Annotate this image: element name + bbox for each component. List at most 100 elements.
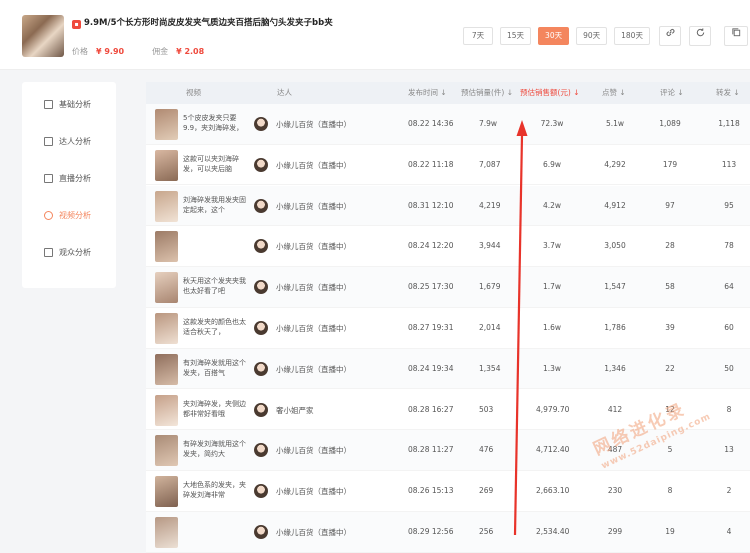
sidebar-item-basic[interactable]: 基础分析 [22, 86, 116, 123]
range-7d-button[interactable]: 7天 [463, 27, 493, 45]
creator-name[interactable]: 小缘儿百货（直播中） [276, 160, 351, 171]
video-title[interactable] [183, 235, 246, 256]
avatar[interactable] [254, 321, 268, 335]
shares-count: 113 [721, 159, 737, 169]
creator-name[interactable]: 小缘儿百货（直播中） [276, 282, 351, 293]
video-title[interactable]: 有碎发刘海就用这个发夹，简约大 [183, 439, 246, 460]
creator-name[interactable]: 小缘儿百货（直播中） [276, 201, 351, 212]
sidebar-item-audience[interactable]: 观众分析 [22, 234, 116, 271]
avatar[interactable] [254, 157, 268, 172]
creator-name[interactable]: 小缘儿百货（直播中） [276, 486, 351, 497]
sales-count: 4,219 [479, 200, 501, 210]
table-row[interactable]: 秋天用这个发夹夹我也太好看了吧 小缘儿百货（直播中） 08.25 17:30 1,67… [146, 267, 750, 308]
range-90d-button[interactable]: 90天 [576, 27, 608, 45]
video-thumbnail[interactable] [155, 190, 178, 222]
col-shares[interactable]: 转发 ↓ [716, 82, 740, 104]
table-row[interactable]: 有碎发刘海就用这个发夹，简约大 小缘儿百货（直播中） 08.28 11:27 476 4… [146, 430, 750, 471]
sidebar-item-label: 视频分析 [59, 211, 91, 220]
likes-count: 1,346 [604, 363, 626, 373]
video-thumbnail[interactable] [155, 476, 178, 508]
creator-name[interactable]: 奢小姐严家 [276, 405, 314, 416]
chart-icon [44, 100, 53, 109]
creator-name[interactable]: 小缘儿百货（直播中） [276, 445, 351, 456]
range-180d-button[interactable]: 180天 [614, 27, 650, 45]
range-30d-button[interactable]: 30天 [538, 27, 570, 45]
price-value: ¥ 9.90 [96, 47, 125, 56]
table-row[interactable]: 5个皮皮发夹只要9.9，夹刘海碎发， 小缘儿百货（直播中） 08.22 14:36 7… [146, 104, 750, 145]
video-thumbnail[interactable] [155, 231, 178, 263]
video-title[interactable]: 夹刘海碎发，夹侧边都非常好看哦 [183, 399, 246, 420]
table-row[interactable]: 这款发夹的颜色也太适合秋天了， 小缘儿百货（直播中） 08.27 19:31 2,01… [146, 308, 750, 349]
video-title[interactable]: 大地色系的发夹，夹碎发刘海非常 [183, 480, 246, 501]
sidebar-item-video[interactable]: 视频分析 [22, 197, 116, 234]
product-image[interactable] [22, 15, 64, 57]
avatar[interactable] [254, 117, 268, 131]
sales-count: 256 [479, 527, 494, 536]
copy-icon[interactable] [724, 26, 748, 46]
avatar[interactable] [254, 361, 268, 376]
avatar[interactable] [254, 280, 268, 295]
video-title[interactable]: 有刘海碎发就用这个发夹，百搭气 [183, 358, 246, 379]
likes-count: 230 [607, 486, 623, 496]
table-row[interactable]: 有刘海碎发就用这个发夹，百搭气 小缘儿百货（直播中） 08.24 19:34 1,35… [146, 348, 750, 390]
table-row[interactable]: 小缘儿百货（直播中） 08.24 12:20 3,944 3.7w 3,050 28 78 [146, 226, 750, 267]
creator-name[interactable]: 小缘儿百货（直播中） [276, 364, 351, 375]
likes-count: 1,786 [604, 323, 626, 332]
video-thumbnail[interactable] [155, 435, 178, 467]
col-sales[interactable]: 预估销量(件) ↓ [461, 82, 513, 104]
shares-count: 60 [724, 323, 734, 332]
shares-count: 64 [724, 282, 734, 292]
avatar[interactable] [254, 525, 268, 539]
sidebar-item-creators[interactable]: 达人分析 [22, 123, 116, 160]
table-row[interactable]: 刘海碎发我用发夹固定起来，这个 小缘儿百货（直播中） 08.31 12:10 4,21… [146, 185, 750, 227]
range-15d-button[interactable]: 15天 [500, 27, 532, 45]
avatar[interactable] [254, 239, 268, 254]
col-amount[interactable]: 预估销售额(元) ↓ [520, 82, 580, 104]
comments-count: 1,089 [659, 119, 681, 128]
video-title[interactable]: 秋天用这个发夹夹我也太好看了吧 [183, 276, 246, 297]
likes-count: 412 [607, 404, 623, 414]
comments-count: 22 [665, 363, 675, 373]
table-row[interactable]: 小缘儿百货（直播中） 08.29 12:56 256 2,534.40 299 19 4 [146, 512, 750, 553]
publish-time: 08.25 17:30 [408, 282, 454, 292]
creator-name[interactable]: 小缘儿百货（直播中） [276, 527, 351, 538]
video-thumbnail[interactable] [155, 517, 178, 548]
creator-name[interactable]: 小缘儿百货（直播中） [276, 241, 351, 252]
col-time[interactable]: 发布时间 ↓ [408, 82, 447, 104]
video-thumbnail[interactable] [155, 272, 178, 304]
table-row[interactable]: 夹刘海碎发，夹侧边都非常好看哦 奢小姐严家 08.28 16:27 503 4,979.… [146, 390, 750, 431]
video-thumbnail[interactable] [155, 353, 178, 385]
sidebar-item-live[interactable]: 直播分析 [22, 160, 116, 197]
video-thumbnail[interactable] [155, 394, 178, 426]
sales-count: 1,354 [479, 363, 501, 373]
sales-amount: 1.7w [542, 282, 562, 292]
product-title-text: 9.9M/5个长方形时尚皮皮发夹气质边夹百搭后脑勺头发夹子bb夹 [84, 18, 333, 28]
product-title[interactable]: ▪ 9.9M/5个长方形时尚皮皮发夹气质边夹百搭后脑勺头发夹子bb夹 [72, 16, 333, 29]
sales-amount: 4.2w [542, 200, 562, 210]
sidebar-item-label: 达人分析 [59, 137, 91, 146]
col-comments[interactable]: 评论 ↓ [660, 82, 684, 104]
video-title[interactable]: 刘海碎发我用发夹固定起来，这个 [183, 195, 246, 216]
creator-name[interactable]: 小缘儿百货（直播中） [276, 119, 351, 130]
sales-amount: 3.7w [542, 241, 562, 251]
video-title[interactable]: 这款可以夹刘海碎发，可以夹后脑 [183, 154, 246, 175]
creator-name[interactable]: 小缘儿百货（直播中） [276, 323, 351, 334]
col-likes[interactable]: 点赞 ↓ [602, 82, 626, 104]
refresh-icon[interactable] [689, 26, 711, 46]
video-thumbnail[interactable] [155, 109, 178, 140]
table-row[interactable]: 大地色系的发夹，夹碎发刘海非常 小缘儿百货（直播中） 08.26 15:13 269 2… [146, 471, 750, 512]
video-title[interactable]: 5个皮皮发夹只要9.9，夹刘海碎发， [183, 113, 246, 134]
avatar[interactable] [254, 198, 268, 213]
table-row[interactable]: 这款可以夹刘海碎发，可以夹后脑 小缘儿百货（直播中） 08.22 11:18 7,08… [146, 145, 750, 186]
video-thumbnail[interactable] [155, 149, 178, 181]
link-icon[interactable] [659, 26, 681, 46]
video-thumbnail[interactable] [155, 313, 178, 344]
shares-count: 2 [726, 486, 732, 496]
avatar[interactable] [254, 484, 268, 499]
avatar[interactable] [254, 443, 268, 458]
sales-amount: 6.9w [542, 159, 562, 169]
sidebar: 基础分析 达人分析 直播分析 视频分析 观众分析 [22, 82, 116, 288]
avatar[interactable] [254, 402, 268, 417]
comments-count: 19 [665, 527, 675, 536]
video-title[interactable]: 这款发夹的颜色也太适合秋天了， [183, 317, 246, 338]
